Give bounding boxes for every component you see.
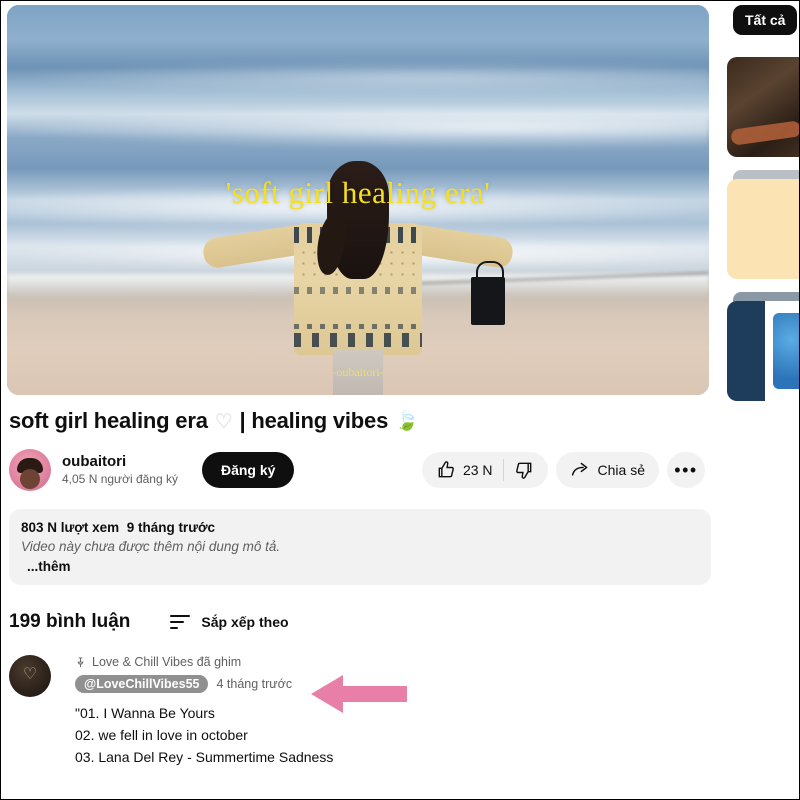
video-overlay-title: 'soft girl healing era' [225,175,491,210]
filter-chip-all[interactable]: Tất cả [733,5,798,35]
comment-line: 03. Lana Del Rey - Summertime Sadness [75,749,334,766]
thumbs-down-icon[interactable] [514,460,534,480]
video-watermark: -oubaitori- [332,365,384,379]
avatar[interactable] [9,449,51,491]
avatar-face [20,469,40,490]
comment-line: 02. we fell in love in october [75,727,248,744]
comment-line: "01. I Wanna Be Yours [75,705,215,721]
subscribe-button[interactable]: Đăng ký [201,452,295,488]
channel-meta: oubaitori 4,05 N người đăng ký [62,453,178,488]
leaf-icon: 🍃 [395,411,419,432]
pin-icon [75,656,86,669]
comments-count: 199 bình luận [9,611,131,632]
channel-row: oubaitori 4,05 N người đăng ký Đăng ký 2… [9,448,719,492]
sidebar-video-1[interactable] [727,57,799,157]
like-count: 23 N [462,462,493,478]
sort-comments-button[interactable]: Sắp xếp theo [170,614,289,630]
comment-body: Love & Chill Vibes đã ghim @LoveChillVib… [75,655,333,768]
description-box[interactable]: 803 N lượt xem 9 tháng trước Video này c… [9,509,711,585]
channel-subscribers: 4,05 N người đăng ký [62,472,178,487]
share-icon [570,460,591,481]
comment-headline: @LoveChillVibes55 4 tháng trước [75,675,333,693]
pinned-by-text: Love & Chill Vibes đã ghim [92,655,242,669]
page-title: soft girl healing era ♡ | healing vibes … [9,408,719,434]
sort-icon [170,615,191,629]
comment-text: "01. I Wanna Be Yours 02. we fell in lov… [75,702,333,768]
comment-author[interactable]: @LoveChillVibes55 [75,675,209,693]
sweater-pattern [294,287,422,294]
share-button[interactable]: Chia sẻ [555,452,659,488]
sidebar-video-3[interactable] [727,292,799,401]
pinned-comment: Love & Chill Vibes đã ghim @LoveChillVib… [9,655,719,768]
heart-icon: ♡ [214,410,233,433]
video-title-suffix: | healing vibes [239,408,389,433]
like-dislike-pill[interactable]: 23 N [421,452,548,488]
thumbs-up-icon[interactable] [436,460,456,480]
description-expand-button[interactable]: ...thêm [21,559,699,574]
more-actions-button[interactable]: ••• [667,452,705,488]
wave-foam [7,106,709,150]
wave-foam [7,59,709,95]
publish-date: 9 tháng trước [126,520,216,535]
description-meta: 803 N lượt xem 9 tháng trước [21,520,699,535]
video-thumbnail[interactable] [727,301,799,401]
primary-column: 'soft girl healing era' -oubaitori- soft… [1,1,719,799]
description-text: Video này chưa được thêm nội dung mô tả. [21,539,281,554]
video-thumbnail[interactable] [727,57,799,157]
pinned-label: Love & Chill Vibes đã ghim [75,655,333,669]
sort-label: Sắp xếp theo [201,614,289,630]
tote-bag [471,261,505,325]
share-label: Chia sẻ [597,462,645,478]
sweater-deer-band [294,333,422,347]
youtube-watch-page: 'soft girl healing era' -oubaitori- soft… [0,0,800,800]
video-player[interactable]: 'soft girl healing era' -oubaitori- [7,5,709,395]
comments-header: 199 bình luận Sắp xếp theo [9,611,719,633]
action-buttons: 23 N Chia sẻ ••• [421,452,719,488]
video-thumbnail[interactable] [727,179,799,279]
view-count: 803 N lượt xem [21,520,120,535]
channel-name[interactable]: oubaitori [62,453,178,472]
sweater-pattern [294,324,422,329]
commenter-avatar[interactable] [9,655,51,697]
sidebar-video-2[interactable] [727,170,799,279]
annotation-arrow [309,671,409,717]
divider [502,459,504,481]
video-title-text: soft girl healing era [9,408,208,433]
sidebar: Tất cả [717,1,799,799]
comment-timestamp: 4 tháng trước [216,677,293,691]
